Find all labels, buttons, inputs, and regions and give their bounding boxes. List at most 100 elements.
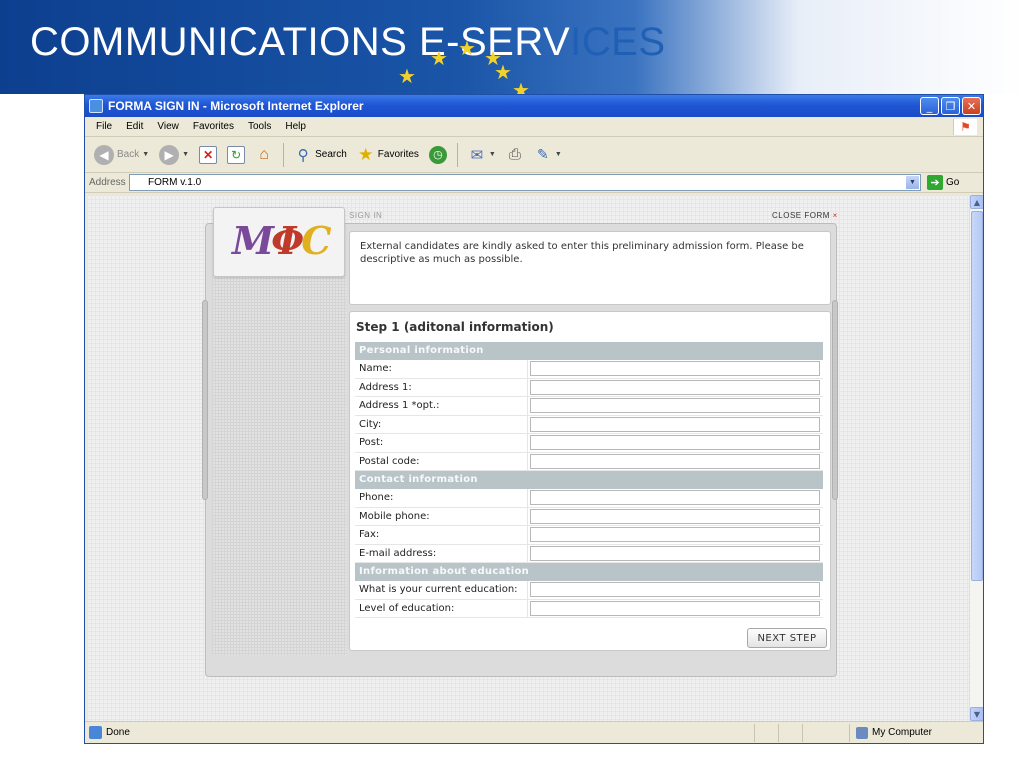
search-icon: ⚲ xyxy=(297,146,309,164)
computer-icon xyxy=(856,726,868,739)
search-button[interactable]: ⚲ Search xyxy=(291,144,350,166)
post-input[interactable] xyxy=(530,435,820,450)
slide-title-accent: ICES xyxy=(570,20,666,64)
favorites-button[interactable]: ★ Favorites xyxy=(354,144,422,166)
status-cell xyxy=(802,723,826,742)
field-row: Post: xyxy=(355,434,823,453)
mail-icon: ✉ xyxy=(470,146,484,164)
security-zone: My Computer xyxy=(849,723,983,742)
stop-icon: ✕ xyxy=(199,145,218,164)
city-input[interactable] xyxy=(530,416,820,432)
slide-title: COMMUNICATIONS E-SERVICES xyxy=(30,20,666,65)
chevron-down-icon[interactable]: ▼ xyxy=(906,176,919,189)
field-label: Address 1: xyxy=(355,378,528,396)
scroll-down-icon[interactable]: ▼ xyxy=(970,707,983,721)
field-label: Fax: xyxy=(355,526,528,544)
back-arrow-icon: ◀ xyxy=(94,144,114,165)
field-label: Mobile phone: xyxy=(355,507,528,525)
edit-icon: ✎ xyxy=(536,146,549,162)
vertical-scrollbar[interactable]: ▲ ▼ xyxy=(969,195,983,721)
scroll-up-icon[interactable]: ▲ xyxy=(970,195,983,209)
back-label: Back xyxy=(117,149,140,160)
field-label: Level of education: xyxy=(355,599,528,617)
field-row: Phone: xyxy=(355,489,823,508)
history-button[interactable]: ◷ xyxy=(426,144,450,166)
address-input[interactable]: FORM v.1.0 ▼ xyxy=(129,174,921,191)
toolbar-separator xyxy=(283,142,285,167)
browser-window: FORMA SIGN IN - Microsoft Internet Explo… xyxy=(84,94,984,744)
close-window-button[interactable]: ✕ xyxy=(962,97,981,115)
go-label: Go xyxy=(946,177,960,188)
refresh-icon: ↻ xyxy=(227,145,246,164)
education-level-input[interactable] xyxy=(530,600,820,616)
address-1-opt-input[interactable] xyxy=(530,398,820,413)
field-label: Post: xyxy=(355,434,528,452)
step-title: Step 1 (aditonal information) xyxy=(356,320,554,334)
go-button[interactable]: ➔ Go xyxy=(927,175,959,190)
menu-edit[interactable]: Edit xyxy=(119,121,150,132)
mail-button[interactable]: ✉ ▼ xyxy=(465,144,499,166)
maximize-button[interactable]: ❐ xyxy=(941,97,960,115)
fax-input[interactable] xyxy=(530,527,820,542)
field-row: Mobile phone: xyxy=(355,507,823,526)
moc-logo: MΦC xyxy=(232,218,331,263)
left-resize-handle[interactable] xyxy=(202,300,208,500)
form-sidebar xyxy=(212,275,347,655)
field-row: City: xyxy=(355,415,823,434)
search-label: Search xyxy=(315,149,347,160)
menu-bar: File Edit View Favorites Tools Help ⚑ xyxy=(85,117,983,137)
status-cell xyxy=(754,723,778,742)
current-education-input[interactable] xyxy=(530,582,820,597)
back-button[interactable]: ◀ Back ▼ xyxy=(91,143,152,167)
title-bar[interactable]: FORMA SIGN IN - Microsoft Internet Explo… xyxy=(85,95,983,117)
close-form-link[interactable]: CLOSE FORM × xyxy=(772,211,838,220)
forward-button[interactable]: ▶ ▼ xyxy=(156,143,192,167)
email-input[interactable] xyxy=(530,545,820,561)
menu-view[interactable]: View xyxy=(150,121,186,132)
refresh-button[interactable]: ↻ xyxy=(224,144,248,166)
dropdown-arrow-icon: ▼ xyxy=(554,151,562,158)
next-step-button[interactable]: NEXT STEP xyxy=(747,628,827,648)
intro-text: External candidates are kindly asked to … xyxy=(349,231,831,305)
field-label: Address 1 *opt.: xyxy=(355,397,528,415)
menu-file[interactable]: File xyxy=(89,121,119,132)
field-row: Address 1 *opt.: xyxy=(355,397,823,416)
printer-icon: ⎙ xyxy=(508,146,521,163)
windows-logo-icon: ⚑ xyxy=(953,119,977,135)
print-button[interactable]: ⎙ xyxy=(503,144,527,166)
scrollbar-thumb[interactable] xyxy=(971,211,983,581)
menu-tools[interactable]: Tools xyxy=(241,121,278,132)
section-header-contact: Contact information xyxy=(355,471,823,489)
toolbar-separator xyxy=(456,142,458,167)
menu-help[interactable]: Help xyxy=(278,121,313,132)
right-resize-handle[interactable] xyxy=(832,300,838,500)
field-row: E-mail address: xyxy=(355,544,823,563)
go-arrow-icon: ➔ xyxy=(927,175,943,190)
address-label: Address xyxy=(89,177,126,188)
eu-star-icon: ★ xyxy=(398,64,416,88)
field-row: What is your current education: xyxy=(355,581,823,600)
section-header-personal: Personal information xyxy=(355,342,823,360)
field-label: E-mail address: xyxy=(355,544,528,562)
edit-button[interactable]: ✎ ▼ xyxy=(531,144,565,166)
mobile-phone-input[interactable] xyxy=(530,508,820,524)
dropdown-arrow-icon: ▼ xyxy=(182,151,190,158)
toolbar: ◀ Back ▼ ▶ ▼ ✕ ↻ ⌂ ⚲ Search ★ Favorites … xyxy=(85,137,983,173)
sign-in-label: SIGN IN xyxy=(349,211,383,220)
phone-input[interactable] xyxy=(530,490,820,505)
home-button[interactable]: ⌂ xyxy=(252,144,276,166)
address-1-input[interactable] xyxy=(530,379,820,395)
slide-header: COMMUNICATIONS E-SERVICES ★ ★ ★ ★ ★ ★ xyxy=(0,0,1024,94)
stop-button[interactable]: ✕ xyxy=(196,144,220,166)
status-cell xyxy=(778,723,802,742)
field-label: Phone: xyxy=(355,489,528,507)
address-bar: Address FORM v.1.0 ▼ ➔ Go xyxy=(85,173,983,193)
name-input[interactable] xyxy=(530,361,820,376)
field-label: Postal code: xyxy=(355,452,528,470)
minimize-button[interactable]: _ xyxy=(920,97,939,115)
forward-arrow-icon: ▶ xyxy=(159,144,180,165)
eu-star-icon: ★ xyxy=(430,46,448,70)
postal-code-input[interactable] xyxy=(530,453,820,469)
eu-star-icon: ★ xyxy=(494,60,512,84)
menu-favorites[interactable]: Favorites xyxy=(186,121,241,132)
